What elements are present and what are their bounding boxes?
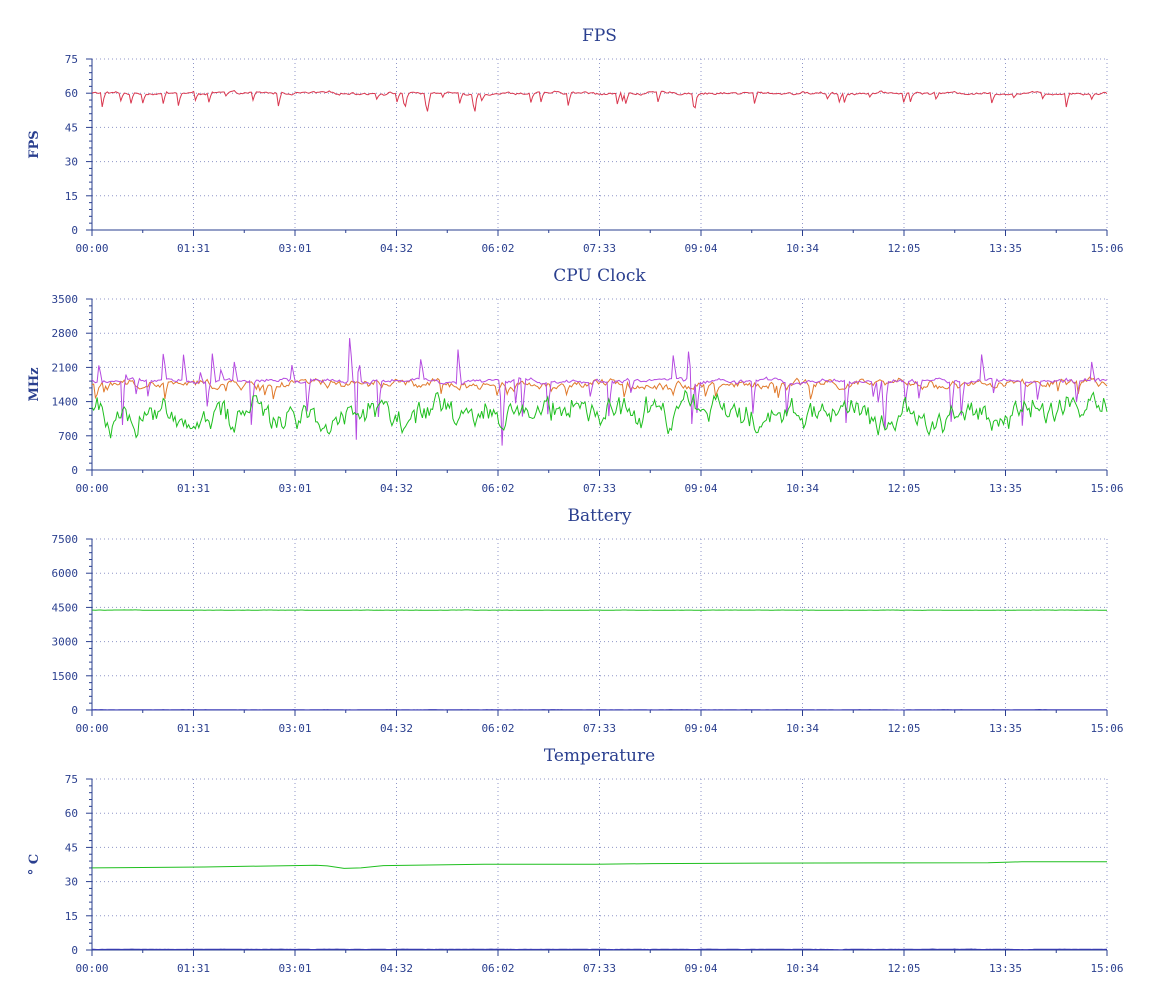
x-tick-label: 15:06 [1090,722,1123,735]
x-tick-label: 09:04 [684,722,717,735]
x-tick-label: 06:02 [481,242,514,255]
y-tick-label: 0 [71,224,78,237]
x-tick-label: 06:02 [481,962,514,975]
x-tick-label: 13:35 [989,242,1022,255]
x-tick-label: 04:32 [380,242,413,255]
chart-title: Battery [567,506,631,526]
y-tick-label: 2100 [52,361,79,374]
x-tick-label: 12:05 [887,722,920,735]
y-tick-label: 700 [58,430,78,443]
y-axis-title: FPS [27,130,42,158]
x-tick-label: 15:06 [1090,242,1123,255]
y-tick-label: 60 [65,807,78,820]
y-tick-label: 0 [71,464,78,477]
x-tick-label: 00:00 [75,962,108,975]
x-tick-label: 09:04 [684,242,717,255]
y-tick-label: 1400 [52,396,79,409]
x-tick-label: 12:05 [887,962,920,975]
x-tick-label: 00:00 [75,722,108,735]
x-tick-label: 07:33 [583,722,616,735]
x-tick-label: 04:32 [380,722,413,735]
y-tick-label: 15 [65,910,78,923]
chart-title: FPS [582,26,617,46]
x-tick-label: 12:05 [887,242,920,255]
x-tick-label: 10:34 [786,242,819,255]
y-tick-label: 4500 [52,601,79,614]
x-tick-label: 13:35 [989,722,1022,735]
chart-1: CPU Clock 0 700 1400 2100 2800 3500 00:00 01:31 0… [27,266,1124,495]
y-tick-label: 30 [65,156,78,169]
x-tick-label: 10:34 [786,722,819,735]
y-tick-label: 1500 [52,670,79,683]
x-tick-label: 01:31 [177,962,210,975]
x-tick-label: 00:00 [75,482,108,495]
y-tick-label: 0 [71,704,78,717]
x-tick-label: 09:04 [684,482,717,495]
x-tick-label: 12:05 [887,482,920,495]
x-tick-label: 13:35 [989,482,1022,495]
x-tick-label: 03:01 [278,962,311,975]
x-tick-label: 13:35 [989,962,1022,975]
y-tick-label: 75 [65,773,78,786]
y-axis-title: MHz [27,367,42,401]
y-tick-label: 30 [65,876,78,889]
x-tick-label: 15:06 [1090,962,1123,975]
y-tick-label: 45 [65,121,78,134]
x-tick-label: 04:32 [380,962,413,975]
x-tick-label: 03:01 [278,482,311,495]
chart-0: FPS 0 15 30 45 60 75 00:00 01:31 03:01 04:32 06:02 0… [27,26,1124,255]
x-tick-label: 06:02 [481,482,514,495]
x-tick-label: 01:31 [177,722,210,735]
x-tick-label: 10:34 [786,962,819,975]
x-tick-label: 15:06 [1090,482,1123,495]
chart-title: Temperature [544,746,655,766]
y-tick-label: 45 [65,841,78,854]
y-tick-label: 75 [65,53,78,66]
chart-title: CPU Clock [553,266,646,286]
x-tick-label: 06:02 [481,722,514,735]
chart-3: Temperature 0 15 30 45 60 75 00:00 01:31 03:01 04:… [27,746,1124,975]
x-tick-label: 01:31 [177,242,210,255]
chart-2: Battery 0 1500 3000 4500 6000 7500 00:00 01:31 03… [52,506,1124,735]
x-tick-label: 10:34 [786,482,819,495]
x-tick-label: 07:33 [583,242,616,255]
x-tick-label: 03:01 [278,722,311,735]
y-axis-title: ° C [27,854,42,875]
y-tick-label: 15 [65,190,78,203]
x-tick-label: 04:32 [380,482,413,495]
y-tick-label: 0 [71,944,78,957]
y-tick-label: 6000 [52,567,79,580]
y-tick-label: 7500 [52,533,79,546]
x-tick-label: 07:33 [583,962,616,975]
series-line-0 [92,609,1107,611]
y-tick-label: 2800 [52,327,79,340]
y-tick-label: 3000 [52,636,79,649]
x-tick-label: 03:01 [278,242,311,255]
x-tick-label: 09:04 [684,962,717,975]
y-tick-label: 3500 [52,293,79,306]
series-line-1 [92,708,1108,711]
x-tick-label: 00:00 [75,242,108,255]
x-tick-label: 01:31 [177,482,210,495]
y-tick-label: 60 [65,87,78,100]
performance-charts: FPS 0 15 30 45 60 75 00:00 01:31 03:01 04:32 06:02 0… [27,26,1124,975]
x-tick-label: 07:33 [583,482,616,495]
series-line-0 [91,90,1108,112]
